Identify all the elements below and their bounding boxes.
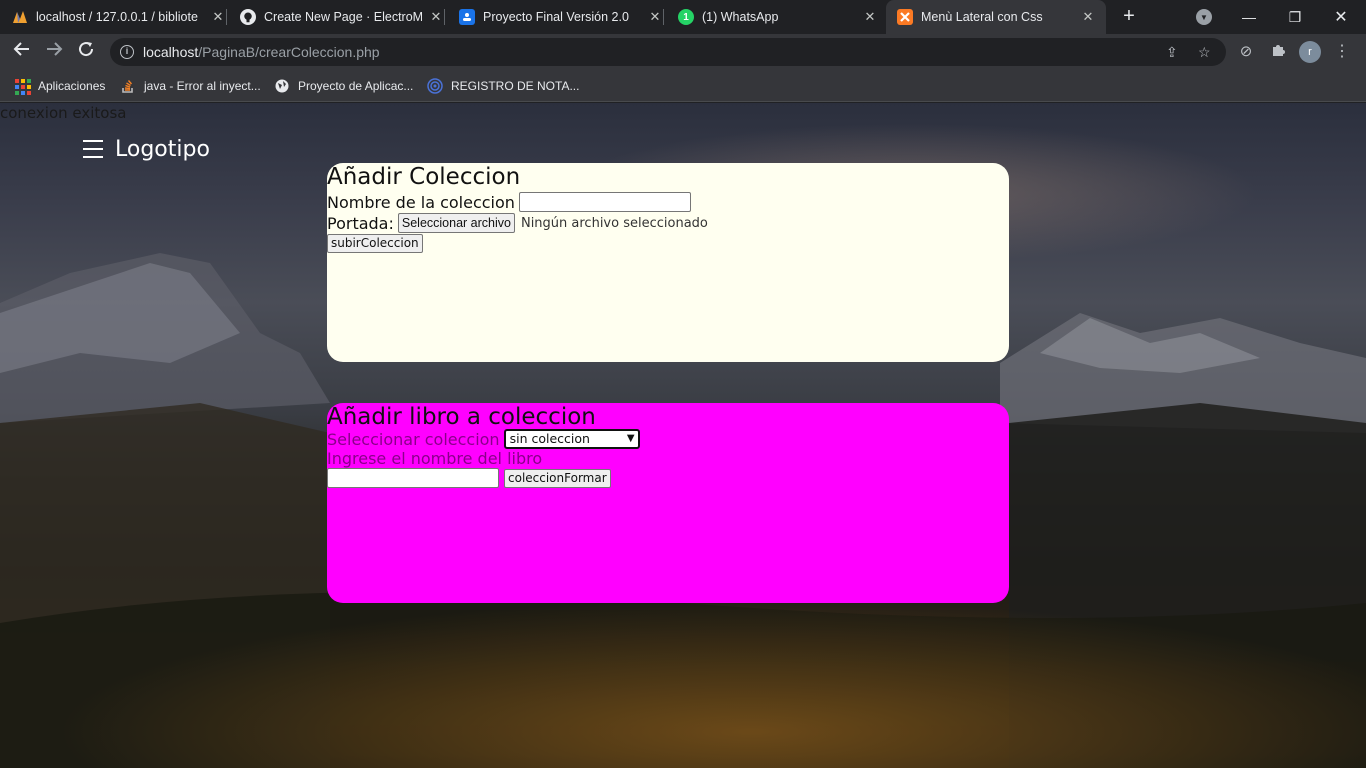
google-classroom-icon	[459, 9, 475, 25]
page-viewport: conexion exitosa Logotipo Añadir Colecci…	[0, 103, 1366, 768]
url-text[interactable]: localhost/PaginaB/crearColeccion.php	[143, 44, 380, 60]
tab-divider	[444, 9, 445, 25]
profile-avatar[interactable]: r	[1299, 41, 1321, 63]
phpmyadmin-icon	[12, 9, 28, 25]
registro-icon	[427, 78, 443, 94]
tab-classroom[interactable]: Proyecto Final Versión 2.0 ✕	[459, 0, 664, 34]
book-name-input[interactable]	[327, 468, 499, 488]
close-tab-icon[interactable]: ✕	[428, 9, 444, 25]
bookmark-star-icon[interactable]: ☆	[1198, 44, 1211, 61]
add-book-title: Añadir libro a coleccion	[327, 404, 596, 430]
background-forest	[0, 588, 1366, 768]
book-name-label: Ingrese el nombre del libro	[327, 449, 543, 468]
collection-select-label: Seleccionar coleccion	[327, 429, 500, 449]
restore-button[interactable]: ❐	[1272, 0, 1318, 34]
site-info-icon[interactable]: i	[120, 45, 134, 59]
address-bar[interactable]: i localhost/PaginaB/crearColeccion.php ⇪…	[110, 38, 1226, 66]
extension-blocked-icon[interactable]: ⊘	[1236, 42, 1256, 62]
stackoverflow-icon	[120, 78, 136, 94]
share-icon[interactable]: ⇪	[1166, 44, 1178, 61]
bookmark-aplicaciones[interactable]: Aplicaciones	[14, 76, 105, 96]
tab-github[interactable]: Create New Page · ElectroMa ✕	[240, 0, 445, 34]
tab-divider	[663, 9, 664, 25]
form-collection-button[interactable]: coleccionFormar	[504, 468, 611, 488]
collection-select-value: sin coleccion	[509, 431, 590, 446]
file-status-text: Ningún archivo seleccionado	[520, 215, 708, 231]
add-book-panel: Añadir libro a coleccion Seleccionar col…	[327, 403, 1009, 603]
forward-arrow-icon	[47, 42, 63, 56]
submit-row: subirColeccion	[327, 234, 1009, 253]
collection-name-label: Nombre de la coleccion	[327, 192, 515, 212]
collection-select-row: Seleccionar coleccion sin coleccion ▼	[327, 429, 1009, 449]
chevron-down-icon: ▼	[626, 433, 635, 444]
tab-search-icon[interactable]: ▼	[1196, 9, 1212, 25]
more-menu-icon[interactable]: ⋮	[1332, 42, 1352, 62]
forward-button[interactable]	[42, 40, 66, 64]
back-arrow-icon	[13, 42, 29, 56]
close-window-button[interactable]: ✕	[1318, 0, 1364, 34]
apps-grid-icon	[14, 78, 31, 95]
collection-name-input[interactable]	[518, 192, 691, 212]
bookmark-registro[interactable]: REGISTRO DE NOTA...	[427, 76, 579, 96]
tab-whatsapp[interactable]: 1 (1) WhatsApp ✕	[678, 0, 878, 34]
cover-row: Portada: Seleccionar archivo Ningún arch…	[327, 213, 1009, 233]
upload-collection-button[interactable]: subirColeccion	[327, 234, 423, 253]
close-tab-icon[interactable]: ✕	[1080, 9, 1096, 25]
whatsapp-icon: 1	[678, 9, 694, 25]
cover-label: Portada:	[327, 213, 394, 233]
globe-icon	[274, 78, 290, 94]
bookmark-proyecto[interactable]: Proyecto de Aplicac...	[274, 76, 413, 96]
tab-menu-lateral[interactable]: Menù Lateral con Css ✕	[886, 0, 1106, 34]
minimize-button[interactable]: —	[1226, 0, 1272, 34]
select-file-button[interactable]: Seleccionar archivo	[397, 213, 515, 233]
xampp-icon	[897, 9, 913, 25]
bookmark-java-error[interactable]: java - Error al inyect...	[120, 76, 261, 96]
reload-button[interactable]	[74, 40, 98, 64]
browser-toolbar: i localhost/PaginaB/crearColeccion.php ⇪…	[0, 34, 1366, 70]
close-tab-icon[interactable]: ✕	[647, 9, 663, 25]
collection-select[interactable]: sin coleccion ▼	[503, 429, 640, 449]
connection-status-text: conexion exitosa	[0, 104, 127, 122]
back-button[interactable]	[10, 40, 34, 64]
new-tab-button[interactable]: +	[1117, 5, 1141, 29]
hamburger-menu-icon[interactable]	[83, 140, 103, 162]
close-tab-icon[interactable]: ✕	[862, 9, 878, 25]
github-icon	[240, 9, 256, 25]
add-collection-title: Añadir Coleccion	[327, 164, 521, 190]
tab-phpmyadmin[interactable]: localhost / 127.0.0.1 / bibliote ✕	[12, 0, 227, 34]
book-name-label-row: Ingrese el nombre del libro	[327, 449, 1009, 468]
bookmarks-bar: Aplicaciones java - Error al inyect... P…	[0, 70, 1366, 102]
book-name-row: coleccionFormar	[327, 468, 1009, 488]
extensions-puzzle-icon[interactable]	[1268, 42, 1288, 62]
add-collection-panel: Añadir Coleccion Nombre de la coleccion …	[327, 163, 1009, 362]
site-logo[interactable]: Logotipo	[115, 137, 210, 162]
collection-name-row: Nombre de la coleccion	[327, 192, 1009, 212]
tab-divider	[226, 9, 227, 25]
reload-icon	[79, 42, 94, 57]
tab-strip: localhost / 127.0.0.1 / bibliote ✕ Creat…	[0, 0, 1366, 34]
close-tab-icon[interactable]: ✕	[210, 9, 226, 25]
